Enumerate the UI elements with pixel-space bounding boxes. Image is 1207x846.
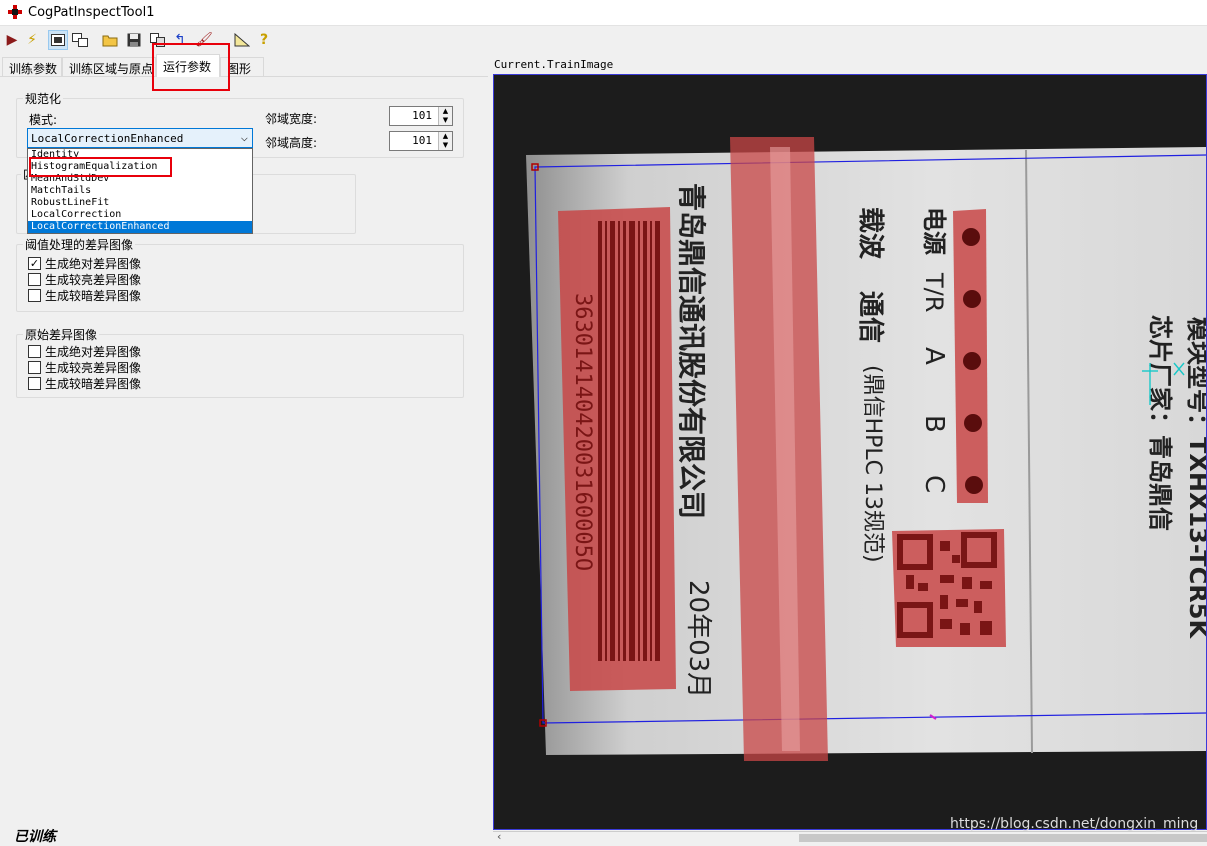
image-icon[interactable] — [48, 30, 68, 50]
horizontal-scrollbar[interactable]: ‹ — [493, 830, 1207, 843]
run-icon[interactable]: ▶ — [2, 30, 22, 50]
toolbar: ▶ ⚡ ↰ 🖌 ? — [0, 28, 300, 52]
tab-strip: 训练参数 训练区域与原点 运行参数 图形 — [0, 54, 490, 77]
tr-text: T/R — [920, 272, 948, 312]
open-folder-icon[interactable] — [100, 30, 120, 50]
train-image: 36301414042003160005O 青岛鼎信通讯股份有限公司 20年03… — [526, 137, 1207, 761]
normalization-group-title: 规范化 — [23, 90, 64, 107]
training-status: 已训练 — [14, 829, 56, 845]
option-local-correction-enhanced[interactable]: LocalCorrectionEnhanced — [28, 221, 252, 233]
chevron-down-icon[interactable]: ⌵ — [241, 130, 248, 144]
option-match-tails[interactable]: MatchTails — [28, 185, 252, 197]
raw-darker-checkbox[interactable]: 生成较暗差异图像 — [28, 375, 141, 392]
checkbox-box[interactable] — [28, 361, 41, 374]
c-text: C — [919, 475, 949, 493]
undo-icon[interactable]: ↰ — [170, 30, 190, 50]
option-local-correction[interactable]: LocalCorrection — [28, 209, 252, 221]
save-icon[interactable] — [124, 30, 144, 50]
b-text: B — [919, 415, 949, 433]
tab-run-params[interactable]: 运行参数 — [156, 54, 220, 77]
scrollbar-thumb[interactable] — [799, 834, 1207, 842]
mode-select[interactable]: LocalCorrectionEnhanced ⌵ — [27, 128, 253, 148]
mode-dropdown-list: Identity HistogramEqualization MeanAndSt… — [27, 148, 253, 234]
lightning-icon[interactable]: ⚡ — [22, 30, 42, 50]
raw-brighter-checkbox[interactable]: 生成较亮差异图像 — [28, 359, 141, 376]
checkbox-box[interactable] — [28, 273, 41, 286]
brush-icon[interactable]: 🖌 — [194, 30, 214, 50]
carrier-text: 载波 — [855, 207, 885, 260]
option-histogram-equalization[interactable]: HistogramEqualization — [28, 161, 252, 173]
date-text: 20年03月 — [683, 580, 713, 698]
title-bar: CogPatInspectTool1 — [0, 0, 1207, 26]
threshold-darker-checkbox[interactable]: 生成较暗差异图像 — [28, 287, 141, 304]
power-text: 电源 — [920, 207, 948, 255]
ruler-icon[interactable] — [232, 30, 252, 50]
checkbox-label: 生成绝对差异图像 — [45, 345, 142, 359]
image-caption: Current.TrainImage — [494, 58, 614, 71]
copy-icon[interactable] — [148, 30, 168, 50]
a-text: A — [919, 347, 949, 365]
vendor-text: 芯片厂家：青岛鼎信 — [1146, 315, 1174, 531]
height-label: 邻域高度: — [265, 136, 318, 150]
width-label: 邻域宽度: — [265, 112, 318, 126]
checkbox-label: 生成较亮差异图像 — [45, 361, 142, 375]
width-value: 101 — [412, 109, 432, 122]
app-icon — [8, 5, 22, 19]
raw-diff-title: 原始差异图像 — [23, 326, 100, 343]
threshold-diff-title: 阈值处理的差异图像 — [23, 236, 136, 253]
image-display[interactable]: 36301414042003160005O 青岛鼎信通讯股份有限公司 20年03… — [493, 74, 1207, 830]
watermark: https://blog.csdn.net/dongxin_ming — [950, 816, 1199, 832]
option-identity[interactable]: Identity — [28, 149, 252, 161]
spec-text: (鼎信HPLC 13规范) — [860, 365, 885, 563]
checkbox-box[interactable] — [28, 289, 41, 302]
model-text: 模块型号：TXHX13-TCR5K — [1184, 317, 1207, 639]
height-value: 101 — [412, 134, 432, 147]
width-spin-buttons[interactable]: ▲ ▼ — [438, 107, 452, 125]
option-mean-and-stddev[interactable]: MeanAndStdDev — [28, 173, 252, 185]
checkbox-label: 生成绝对差异图像 — [45, 257, 142, 271]
height-spin-buttons[interactable]: ▲ ▼ — [438, 132, 452, 150]
window-title: CogPatInspectTool1 — [28, 5, 155, 20]
width-stepper[interactable]: 101 ▲ ▼ — [389, 106, 453, 126]
raw-absolute-checkbox[interactable]: 生成绝对差异图像 — [28, 343, 141, 360]
company-name: 青岛鼎信通讯股份有限公司 — [675, 183, 708, 519]
serial-number: 36301414042003160005O — [570, 293, 595, 571]
checkbox-box[interactable]: ✓ — [28, 257, 41, 270]
display-icon[interactable] — [70, 30, 90, 50]
checkbox-box[interactable] — [28, 377, 41, 390]
scroll-left-icon[interactable]: ‹ — [497, 830, 501, 843]
option-robust-line-fit[interactable]: RobustLineFit — [28, 197, 252, 209]
mode-label: 模式: — [29, 113, 58, 127]
checkbox-label: 生成较暗差异图像 — [45, 377, 142, 391]
help-icon[interactable]: ? — [254, 30, 274, 50]
tab-graphics[interactable]: 图形 — [220, 57, 264, 77]
checkbox-box[interactable] — [28, 345, 41, 358]
checkbox-label: 生成较暗差异图像 — [45, 289, 142, 303]
tab-training-params[interactable]: 训练参数 — [2, 57, 62, 77]
mode-select-value: LocalCorrectionEnhanced — [31, 132, 184, 145]
tab-training-region[interactable]: 训练区域与原点 — [62, 57, 156, 77]
threshold-brighter-checkbox[interactable]: 生成较亮差异图像 — [28, 271, 141, 288]
comm-text: 通信 — [855, 291, 885, 343]
checkbox-label: 生成较亮差异图像 — [45, 273, 142, 287]
height-stepper[interactable]: 101 ▲ ▼ — [389, 131, 453, 151]
threshold-absolute-checkbox[interactable]: ✓ 生成绝对差异图像 — [28, 255, 141, 272]
